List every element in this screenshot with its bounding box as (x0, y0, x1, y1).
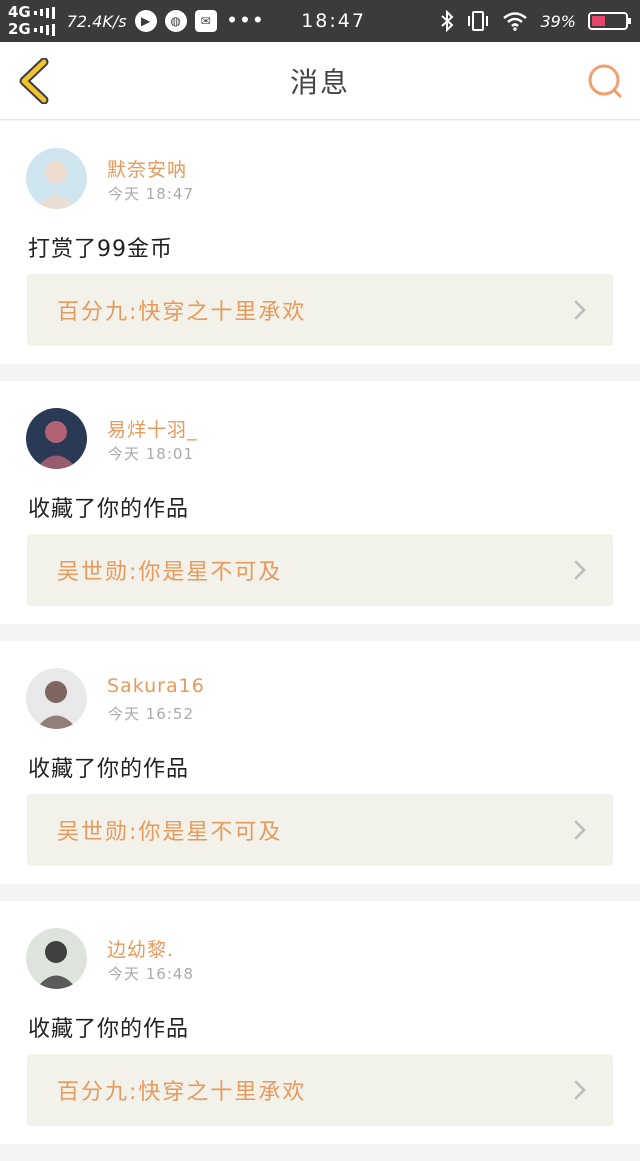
work-link[interactable]: 百分九:快穿之十里承欢 (27, 1054, 613, 1126)
username[interactable]: Sakura16 (107, 675, 205, 697)
bluetooth-icon (441, 10, 454, 32)
chevron-right-icon (574, 560, 586, 580)
message-card: 默奈安呐 今天 18:47 打赏了99金币 百分九:快穿之十里承欢 (0, 121, 640, 364)
avatar[interactable] (26, 928, 87, 989)
avatar[interactable] (26, 668, 87, 729)
network-indicator: 4G 2G (8, 4, 55, 38)
net-label-1: 4G (8, 3, 31, 21)
play-icon: ▶ (134, 10, 157, 32)
chevron-right-icon (574, 300, 586, 320)
username[interactable]: 默奈安呐 (107, 155, 187, 182)
battery-icon (588, 12, 631, 30)
work-link[interactable]: 百分九:快穿之十里承欢 (27, 274, 613, 346)
network-speed: 72.4K/s (66, 11, 127, 31)
work-title: 吴世勋:你是星不可及 (57, 820, 283, 845)
search-button[interactable] (586, 62, 624, 100)
mail-icon: ✉ (194, 10, 217, 32)
battery-percent: 39% (540, 11, 576, 31)
vibrate-icon (468, 11, 489, 31)
message-list: 默奈安呐 今天 18:47 打赏了99金币 百分九:快穿之十里承欢 易烊十羽_ … (0, 121, 640, 1161)
signal-icon (33, 23, 55, 36)
work-title: 百分九:快穿之十里承欢 (57, 300, 307, 325)
globe-icon: ◍ (164, 10, 187, 32)
net-label-2: 2G (8, 20, 31, 38)
username[interactable]: 边幼黎. (107, 935, 174, 962)
message-card: 易烊十羽_ 今天 18:01 收藏了你的作品 吴世勋:你是星不可及 (0, 381, 640, 624)
page-title: 消息 (289, 65, 350, 99)
timestamp: 今天 16:52 (108, 705, 194, 723)
signal-icon (33, 6, 55, 19)
timestamp: 今天 18:47 (108, 185, 194, 203)
chevron-right-icon (574, 820, 586, 840)
message-text: 收藏了你的作品 (28, 757, 190, 782)
message-card: 边幼黎. 今天 16:48 收藏了你的作品 百分九:快穿之十里承欢 (0, 901, 640, 1144)
chevron-right-icon (574, 1080, 586, 1100)
navigation-bar: 消息 (0, 42, 640, 120)
timestamp: 今天 18:01 (108, 445, 194, 463)
timestamp: 今天 16:48 (108, 965, 194, 983)
wifi-icon (503, 12, 528, 31)
clock: 18:47 (301, 10, 366, 32)
work-link[interactable]: 吴世勋:你是星不可及 (27, 794, 613, 866)
work-link[interactable]: 吴世勋:你是星不可及 (27, 534, 613, 606)
work-title: 吴世勋:你是星不可及 (57, 560, 283, 585)
avatar[interactable] (26, 408, 87, 469)
avatar[interactable] (26, 148, 87, 209)
message-text: 收藏了你的作品 (28, 1017, 190, 1042)
more-notifications-icon: ••• (226, 11, 266, 31)
message-text: 打赏了99金币 (28, 237, 173, 262)
message-card: Sakura16 今天 16:52 收藏了你的作品 吴世勋:你是星不可及 (0, 641, 640, 884)
status-bar: 4G 2G 72.4K/s ▶ ◍ ✉ ••• 18:47 39% (0, 0, 640, 42)
message-text: 收藏了你的作品 (28, 497, 190, 522)
username[interactable]: 易烊十羽_ (107, 415, 198, 442)
work-title: 百分九:快穿之十里承欢 (57, 1080, 307, 1105)
back-button[interactable] (16, 58, 52, 104)
